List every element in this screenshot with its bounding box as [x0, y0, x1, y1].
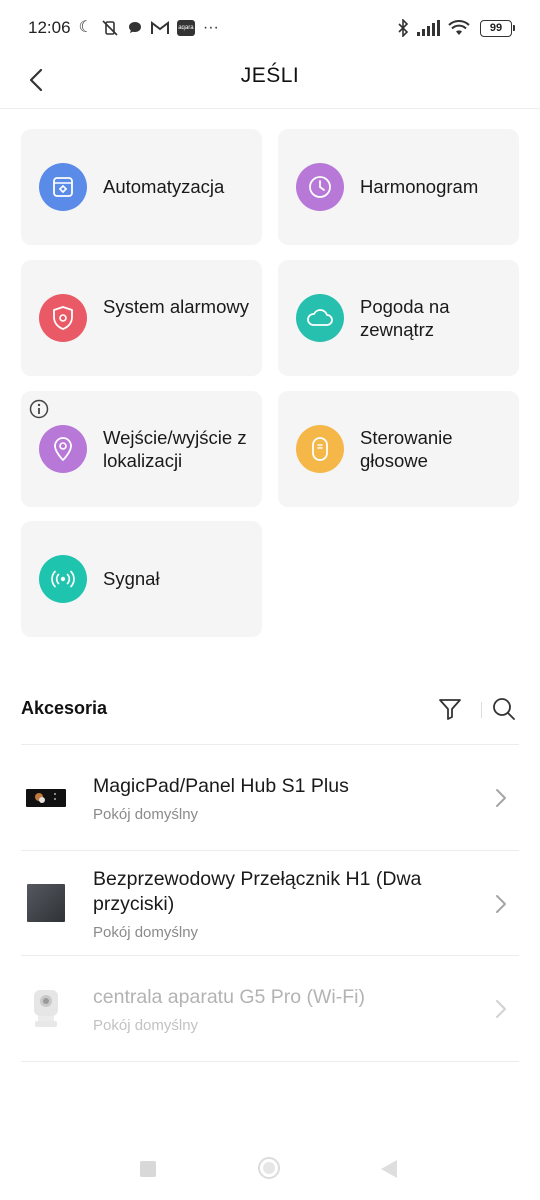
- wifi-icon: [448, 20, 470, 35]
- device-row-camera-hub[interactable]: centrala aparatu G5 Pro (Wi-Fi) Pokój do…: [21, 956, 519, 1061]
- app-icon: aqara: [176, 20, 195, 36]
- bluetooth-icon: [398, 19, 409, 37]
- tile-label: Automatyzacja: [103, 176, 225, 197]
- divider: [21, 1061, 519, 1062]
- clock-icon: [296, 163, 344, 211]
- device-thumbnail: [25, 882, 67, 924]
- device-name: Bezprzewodowy Przełącznik H1 (Dwa przyci…: [93, 868, 422, 915]
- chat-bubble-icon: [128, 22, 141, 33]
- moon-icon: ☾: [78, 19, 93, 36]
- tile-label: Sterowanie głosowe: [360, 427, 453, 471]
- filter-icon: [439, 699, 461, 720]
- status-time: 12:06: [28, 18, 71, 37]
- vibrate-off-icon: [102, 20, 118, 36]
- accessories-header: Akcesoria: [21, 686, 519, 736]
- top-app-bar: JEŚLI: [0, 56, 540, 109]
- home-button[interactable]: [258, 1157, 280, 1179]
- signal-broadcast-icon: [39, 555, 87, 603]
- filter-button[interactable]: [437, 696, 465, 724]
- chevron-right-icon: [496, 1000, 506, 1018]
- tile-label: Sygnał: [103, 568, 160, 589]
- tile-outdoor-weather[interactable]: Pogoda na zewnątrz: [278, 260, 519, 376]
- device-room: Pokój domyślny: [93, 1017, 199, 1034]
- tile-label: Wejście/wyjście z lokalizacji: [103, 427, 247, 471]
- tile-label: Harmonogram: [360, 176, 479, 197]
- status-left: 12:06 ☾ aqara ···: [28, 18, 219, 38]
- tile-alarm-system[interactable]: System alarmowy: [21, 260, 262, 376]
- status-right: 99: [397, 19, 515, 37]
- tile-signal[interactable]: Sygnał: [21, 521, 262, 637]
- tile-label: Pogoda na zewnątrz: [360, 296, 450, 340]
- device-row-magicpad[interactable]: MagicPad/Panel Hub S1 Plus Pokój domyśln…: [21, 745, 519, 850]
- gmail-icon: [150, 21, 169, 34]
- tile-voice-control[interactable]: Sterowanie głosowe: [278, 391, 519, 507]
- more-icon: ···: [202, 19, 219, 36]
- device-name: MagicPad/Panel Hub S1 Plus: [93, 775, 349, 797]
- device-room: Pokój domyślny: [93, 806, 199, 823]
- search-icon: [493, 698, 515, 720]
- system-nav-bar: [0, 1140, 540, 1200]
- device-row-wireless-switch[interactable]: Bezprzewodowy Przełącznik H1 (Dwa przyci…: [21, 851, 519, 956]
- chevron-right-icon: [496, 895, 506, 913]
- tile-location[interactable]: Wejście/wyjście z lokalizacji: [21, 391, 262, 507]
- device-room: Pokój domyślny: [93, 924, 199, 941]
- tile-schedule[interactable]: Harmonogram: [278, 129, 519, 245]
- shield-icon: [39, 294, 87, 342]
- automation-icon: [39, 163, 87, 211]
- cloud-icon: [296, 294, 344, 342]
- status-bar: 12:06 ☾ aqara ··· 99: [0, 0, 540, 56]
- tile-label: System alarmowy: [103, 296, 249, 317]
- info-icon[interactable]: [29, 399, 49, 419]
- system-back-button[interactable]: [381, 1160, 397, 1178]
- device-thumbnail: [25, 988, 67, 1030]
- tile-automation[interactable]: Automatyzacja: [21, 129, 262, 245]
- voice-speaker-icon: [296, 425, 344, 473]
- device-name: centrala aparatu G5 Pro (Wi-Fi): [93, 986, 366, 1008]
- location-pin-icon: [39, 425, 87, 473]
- battery-icon: 99: [480, 19, 515, 37]
- signal-icon: [417, 20, 440, 36]
- page-title: JEŚLI: [240, 64, 300, 87]
- divider: [481, 702, 482, 718]
- accessories-title: Akcesoria: [21, 698, 108, 718]
- search-button[interactable]: [491, 696, 519, 724]
- device-thumbnail: [25, 777, 67, 819]
- chevron-right-icon: [496, 789, 506, 807]
- recents-button[interactable]: [140, 1161, 156, 1177]
